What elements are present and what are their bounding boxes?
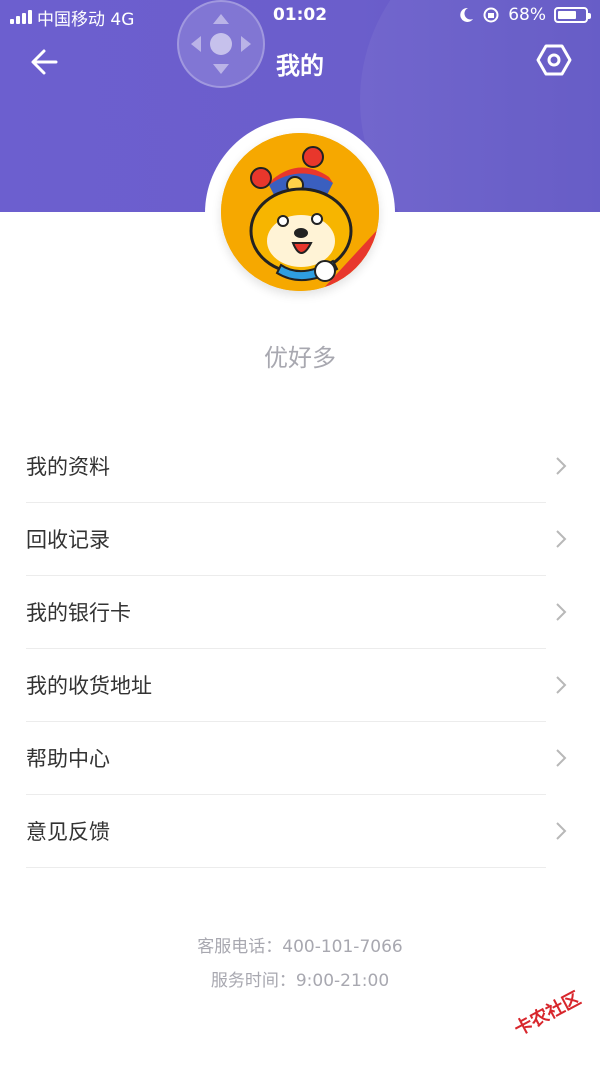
chevron-right-icon	[556, 822, 567, 840]
shiba-mascot-icon	[221, 133, 379, 291]
moon-icon	[460, 7, 474, 22]
settings-menu: 我的资料 回收记录 我的银行卡 我的收货地址 帮助中心 意见反馈	[26, 430, 574, 868]
page-title: 我的	[276, 52, 324, 80]
menu-item-label: 意见反馈	[26, 820, 110, 844]
status-right: 68%	[458, 5, 591, 25]
chevron-right-icon	[556, 530, 567, 548]
menu-item-recycle-records[interactable]: 回收记录	[26, 503, 567, 576]
menu-item-bank-card[interactable]: 我的银行卡	[26, 576, 567, 649]
menu-item-label: 回收记录	[26, 528, 110, 552]
avatar[interactable]	[221, 133, 379, 291]
service-phone[interactable]: 客服电话：400-101-7066	[0, 930, 600, 964]
menu-item-label: 帮助中心	[26, 747, 110, 771]
menu-item-help-center[interactable]: 帮助中心	[26, 722, 567, 795]
chevron-right-icon	[556, 603, 567, 621]
menu-item-label: 我的银行卡	[26, 601, 131, 625]
menu-item-profile[interactable]: 我的资料	[26, 430, 567, 503]
status-bar: 中国移动 4G 01:02 68%	[0, 0, 600, 32]
menu-item-label: 我的资料	[26, 455, 110, 479]
battery-icon	[554, 7, 591, 23]
rotation-lock-icon	[483, 7, 499, 23]
watermark-logo: 卡农社区	[498, 976, 594, 1046]
menu-item-shipping-address[interactable]: 我的收货地址	[26, 649, 567, 722]
menu-item-label: 我的收货地址	[26, 674, 152, 698]
settings-button[interactable]	[534, 40, 574, 80]
chevron-right-icon	[556, 676, 567, 694]
battery-percent: 68%	[508, 5, 546, 25]
forum-logo-icon: 卡农社区	[501, 980, 593, 1045]
chevron-right-icon	[556, 749, 567, 767]
menu-item-feedback[interactable]: 意见反馈	[26, 795, 567, 868]
username: 优好多	[264, 344, 336, 372]
gear-icon	[536, 44, 572, 76]
chevron-right-icon	[556, 457, 567, 475]
